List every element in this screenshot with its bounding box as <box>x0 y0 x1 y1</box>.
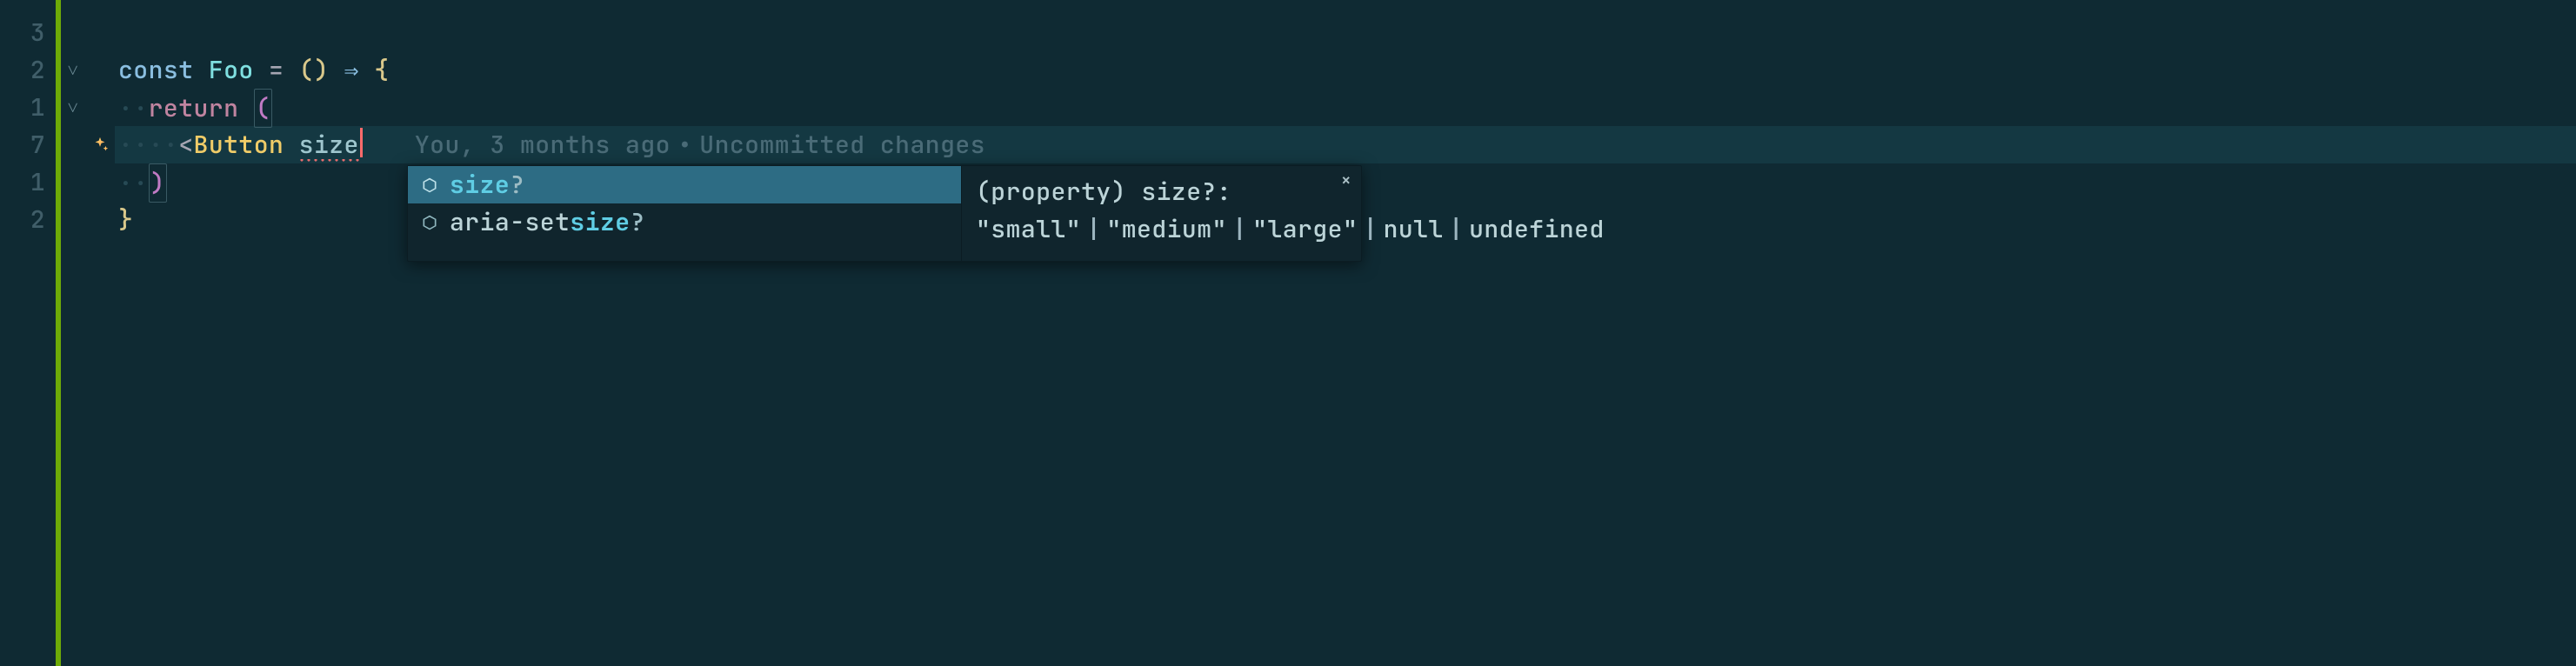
git-blame-inline: You, 3 months ago•Uncommitted changes <box>415 129 985 161</box>
autocomplete-item-label: aria-setsize? <box>450 203 645 241</box>
autocomplete-list[interactable]: size? aria-setsize? <box>408 166 961 261</box>
fold-gutter[interactable] <box>61 0 85 666</box>
cube-icon <box>420 214 439 231</box>
line-number-gutter: 3 2 1 7 1 2 <box>0 0 56 666</box>
code-line[interactable]: ··return ( <box>115 89 2576 126</box>
line-number: 1 <box>0 163 56 201</box>
fold-cell <box>61 14 85 51</box>
code-area[interactable]: const Foo = () ⇒ { ··return ( ····<Butto… <box>115 0 2576 666</box>
autocomplete-item[interactable]: aria-setsize? <box>408 203 961 241</box>
line-number: 2 <box>0 201 56 238</box>
text-cursor <box>360 128 363 157</box>
autocomplete-popup[interactable]: size? aria-setsize? × (property) size?: … <box>407 165 1362 262</box>
code-editor[interactable]: 3 2 1 7 1 2 <box>0 0 2576 666</box>
autocomplete-item[interactable]: size? <box>408 166 961 203</box>
sparkle-icon[interactable] <box>90 136 110 155</box>
line-number: 3 <box>0 14 56 51</box>
code-line[interactable]: const Foo = () ⇒ { <box>115 51 2576 89</box>
git-change-ruler <box>56 0 61 666</box>
close-icon[interactable]: × <box>1337 171 1356 190</box>
fold-toggle[interactable] <box>61 89 85 126</box>
line-number: 1 <box>0 89 56 126</box>
inline-action-gutter <box>85 0 115 666</box>
code-line[interactable] <box>115 14 2576 51</box>
line-number: 7 <box>0 126 56 163</box>
line-number: 2 <box>0 51 56 89</box>
autocomplete-item-label: size? <box>450 166 525 203</box>
fold-cell <box>61 201 85 238</box>
fold-toggle[interactable] <box>61 51 85 89</box>
cube-icon <box>420 176 439 194</box>
autocomplete-doc: × (property) size?: "small"|"medium"|"la… <box>961 166 1361 261</box>
fold-cell <box>61 163 85 201</box>
code-line[interactable]: ····<Button sizeYou, 3 months ago•Uncomm… <box>115 126 2576 163</box>
fold-cell <box>61 126 85 163</box>
